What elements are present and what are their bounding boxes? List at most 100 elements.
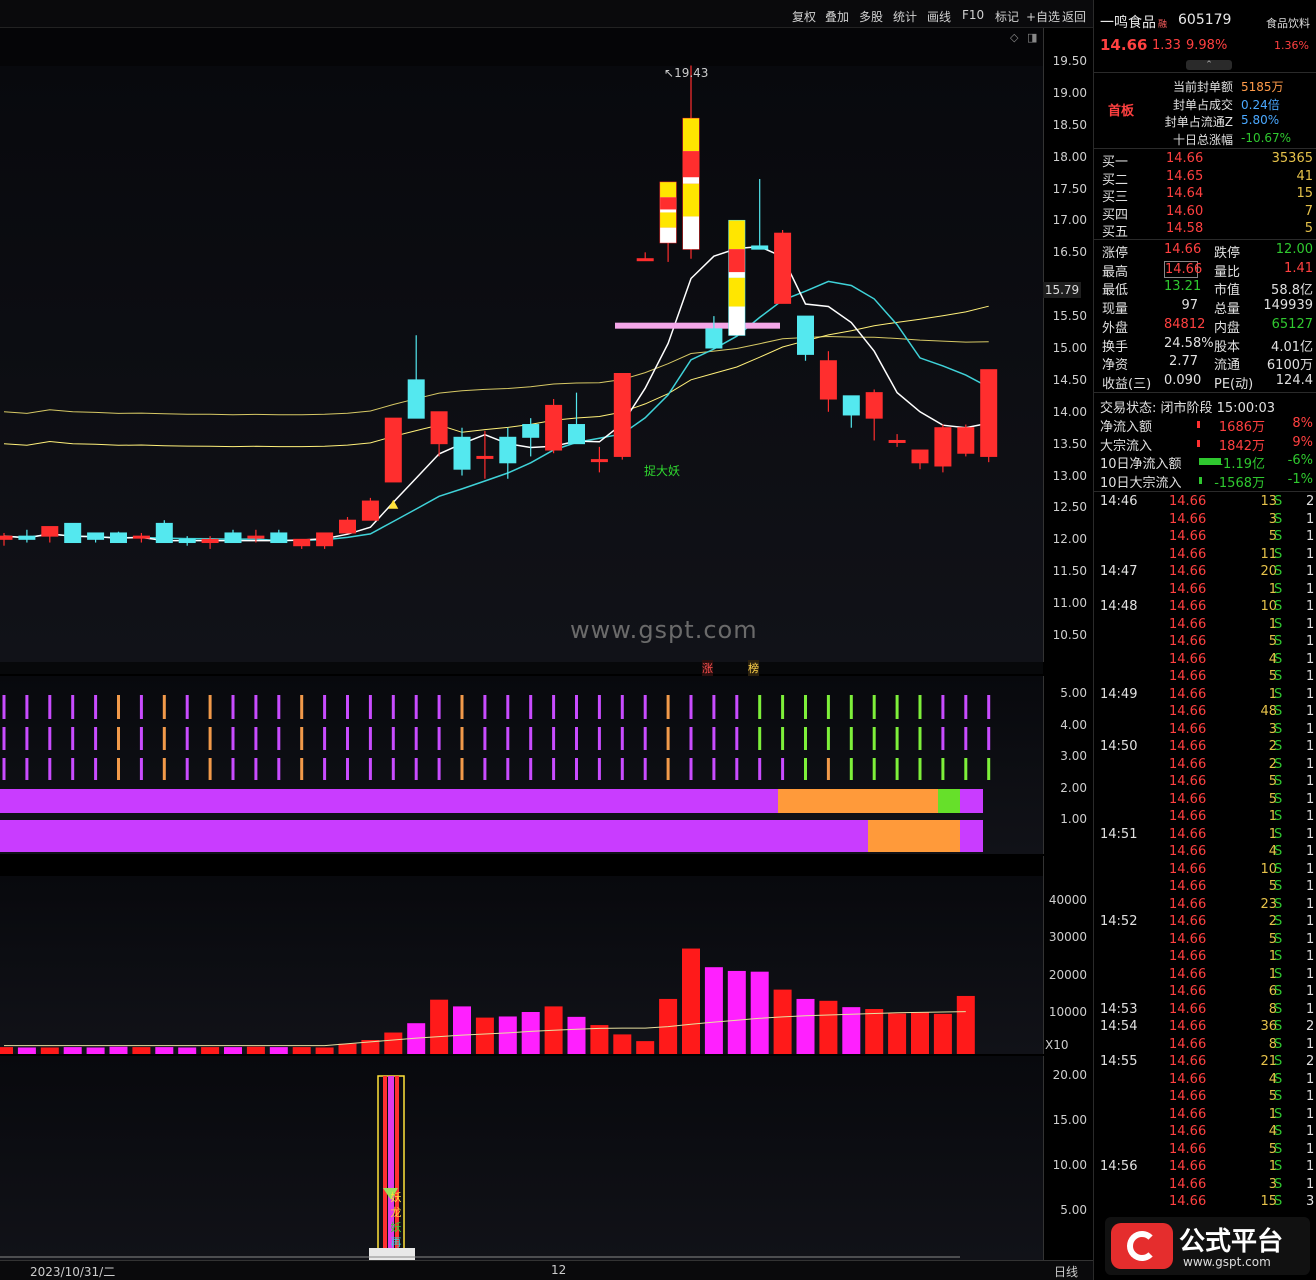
tick-row[interactable]: 14:54 14.66 36 S 2 (1094, 1019, 1316, 1036)
toolbar-back-button[interactable]: 返回 (1062, 8, 1086, 25)
candle-body[interactable] (476, 455, 494, 459)
tick-row[interactable]: 14.66 1 S 1 (1094, 617, 1316, 634)
candle-body[interactable] (499, 436, 517, 464)
volume-pane[interactable] (0, 876, 1043, 1054)
volume-bar[interactable] (773, 989, 792, 1054)
candle-body[interactable] (636, 258, 654, 262)
volume-bar[interactable] (315, 1047, 334, 1054)
tick-row[interactable]: 14.66 5 S 1 (1094, 669, 1316, 686)
toolbar-multistock-button[interactable]: 多股 (859, 8, 883, 25)
candle-body[interactable] (316, 532, 334, 547)
candle-body[interactable] (110, 532, 127, 544)
tick-row[interactable]: 14.66 5 S 1 (1094, 792, 1316, 809)
candle-body[interactable] (155, 522, 173, 544)
candle-body[interactable] (888, 439, 906, 443)
volume-bar[interactable] (338, 1043, 357, 1054)
tick-row[interactable]: 14:55 14.66 21 S 2 (1094, 1054, 1316, 1071)
tick-row[interactable]: 14.66 1 S 1 (1094, 582, 1316, 599)
toolbar-add-watchlist-button[interactable]: +自选 (1026, 8, 1060, 25)
candle-body[interactable] (865, 392, 883, 419)
candle-body[interactable] (132, 535, 150, 539)
toolbar-f10-button[interactable]: F10 (962, 8, 984, 22)
volume-bar[interactable] (63, 1047, 82, 1054)
candle-body[interactable] (361, 500, 379, 521)
candle-body[interactable] (64, 522, 82, 544)
tick-row[interactable]: 14:53 14.66 8 S 1 (1094, 1002, 1316, 1019)
candle-body[interactable] (842, 395, 860, 416)
candle-body[interactable] (453, 436, 471, 470)
tick-row[interactable]: 14.66 1 S 1 (1094, 949, 1316, 966)
order-book-row[interactable]: 买一 14.66 35365 (1094, 151, 1316, 170)
volume-bar[interactable] (246, 1046, 265, 1054)
lower-indicator-pane[interactable]: 妖 龙 妖 再 (0, 1056, 1043, 1261)
toolbar-fuquan-button[interactable]: 复权 (792, 8, 816, 25)
volume-bar[interactable] (453, 1006, 471, 1054)
panel-toggle-icon[interactable]: ◨ (1027, 31, 1037, 44)
volume-bar[interactable] (590, 1025, 609, 1054)
toolbar-overlay-button[interactable]: 叠加 (825, 8, 849, 25)
volume-bar[interactable] (475, 1017, 494, 1054)
candle-body[interactable] (18, 535, 36, 540)
diamond-icon[interactable]: ◇ (1010, 31, 1018, 44)
candle-body[interactable] (247, 535, 265, 539)
tick-row[interactable]: 14.66 15 S 3 (1094, 1194, 1316, 1211)
volume-bar[interactable] (888, 1013, 907, 1054)
volume-bar[interactable] (430, 999, 449, 1054)
order-book-row[interactable]: 买五 14.58 5 (1094, 221, 1316, 240)
tick-row[interactable]: 14.66 5 S 1 (1094, 1142, 1316, 1159)
volume-bar[interactable] (0, 1047, 13, 1054)
order-book-row[interactable]: 买三 14.64 15 (1094, 186, 1316, 205)
candle-body[interactable] (568, 424, 585, 445)
volume-bar[interactable] (178, 1047, 197, 1054)
tick-row[interactable]: 14.66 11 S 1 (1094, 547, 1316, 564)
tick-row[interactable]: 14.66 8 S 1 (1094, 1037, 1316, 1054)
tick-row[interactable]: 14.66 48 S 1 (1094, 704, 1316, 721)
candle-body[interactable] (911, 449, 929, 464)
candle-body[interactable] (407, 379, 425, 419)
volume-bar[interactable] (17, 1047, 36, 1054)
volume-bar[interactable] (292, 1047, 311, 1054)
collapse-handle[interactable]: ⌃ (1186, 60, 1232, 70)
period-selector[interactable]: 日线 (1054, 1263, 1078, 1280)
candle-body[interactable] (87, 532, 105, 540)
tick-row[interactable]: 14.66 5 S 1 (1094, 529, 1316, 546)
volume-bar[interactable] (201, 1047, 220, 1054)
volume-bar[interactable] (750, 971, 769, 1054)
candle-body[interactable] (430, 411, 448, 445)
tick-row[interactable]: 14.66 3 S 1 (1094, 1177, 1316, 1194)
volume-bar[interactable] (498, 1016, 517, 1054)
tick-row[interactable]: 14.66 1 S 1 (1094, 967, 1316, 984)
volume-bar[interactable] (384, 1032, 403, 1054)
volume-bar[interactable] (819, 1000, 838, 1054)
tick-row[interactable]: 14:50 14.66 2 S 1 (1094, 739, 1316, 756)
toolbar-mark-button[interactable]: 标记 (995, 8, 1019, 25)
candle-body[interactable] (957, 427, 975, 454)
candle-body[interactable] (339, 519, 356, 534)
sector-name[interactable]: 食品饮料 (1266, 15, 1310, 31)
volume-bar[interactable] (86, 1047, 105, 1054)
candle-body[interactable] (0, 535, 13, 540)
tick-row[interactable]: 14:46 14.66 13 S 2 (1094, 494, 1316, 511)
volume-bar[interactable] (865, 1009, 884, 1054)
tick-row[interactable]: 14.66 10 S 1 (1094, 862, 1316, 879)
indicator-pane[interactable] (0, 676, 1043, 854)
volume-bar[interactable] (269, 1047, 288, 1054)
candle-body[interactable] (384, 417, 402, 483)
tick-row[interactable]: 14.66 4 S 1 (1094, 1124, 1316, 1141)
tick-row[interactable]: 14:51 14.66 1 S 1 (1094, 827, 1316, 844)
order-book-row[interactable]: 买二 14.65 41 (1094, 169, 1316, 188)
candle-body[interactable] (545, 404, 563, 451)
volume-bar[interactable] (613, 1034, 632, 1054)
volume-bar[interactable] (567, 1016, 586, 1054)
volume-bar[interactable] (796, 998, 815, 1054)
tick-row[interactable]: 14.66 1 S 1 (1094, 1107, 1316, 1124)
tick-row[interactable]: 14.66 5 S 1 (1094, 932, 1316, 949)
tick-row[interactable]: 14.66 4 S 1 (1094, 1072, 1316, 1089)
candle-body[interactable] (934, 427, 952, 467)
candle-body[interactable] (590, 459, 608, 463)
volume-bar[interactable] (682, 948, 700, 1054)
toolbar-stats-button[interactable]: 统计 (893, 8, 917, 25)
tick-row[interactable]: 14:52 14.66 2 S 1 (1094, 914, 1316, 931)
volume-bar[interactable] (155, 1047, 174, 1054)
candle-body[interactable] (797, 315, 814, 355)
